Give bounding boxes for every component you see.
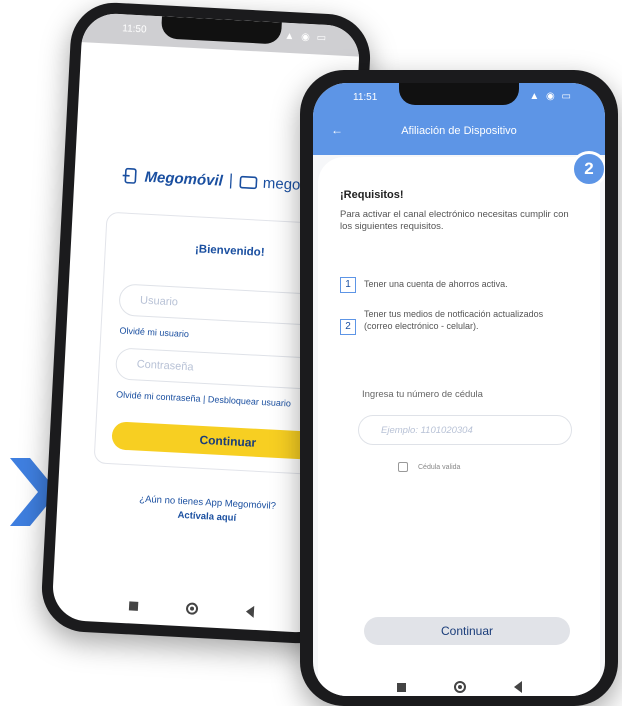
- username-placeholder: Usuario: [139, 294, 179, 309]
- requirement-text: Tener una cuenta de ahorros activa.: [364, 279, 508, 289]
- step-number-badge: 2: [571, 151, 605, 187]
- status-time: 11:51: [353, 92, 378, 103]
- requirements-card: ¡Requisitos! Para activar el canal elect…: [318, 157, 600, 696]
- cedula-label: Ingresa tu número de cédula: [362, 389, 483, 400]
- logo-separator: |: [228, 172, 234, 190]
- recents-square-icon[interactable]: [396, 682, 406, 692]
- requirement-number: 2: [340, 319, 356, 335]
- forgot-password-link[interactable]: Olvidé mi contraseña: [116, 389, 201, 403]
- requirement-text: Tener tus medios de notficación actualiz…: [364, 309, 544, 331]
- password-links-row: Olvidé mi contraseña | Desbloquear usuar…: [116, 389, 291, 408]
- phone-notch: [399, 83, 519, 105]
- phone-logo-icon: [122, 167, 137, 184]
- page-title: Afiliación de Dispositivo: [401, 125, 517, 137]
- signal-wifi-battery-icon: ▲ ◉ ▭: [284, 30, 329, 44]
- affiliation-phone-mockup: 11:51 ▲ ◉ ▭ ← Afiliación de Dispositivo …: [300, 70, 618, 706]
- unlock-user-link[interactable]: Desbloquear usuario: [208, 394, 291, 408]
- affiliation-screen: 11:51 ▲ ◉ ▭ ← Afiliación de Dispositivo …: [313, 83, 605, 696]
- affiliation-continue-button[interactable]: Continuar: [364, 617, 570, 645]
- checkbox-label: Cédula valida: [418, 463, 461, 471]
- android-navbar: [318, 681, 600, 693]
- home-circle-icon[interactable]: [453, 681, 466, 693]
- requirement-item: 2 Tener tus medios de notficación actual…: [340, 309, 560, 335]
- megomovil-logo: Megomóvil: [144, 168, 224, 190]
- home-circle-icon[interactable]: [185, 602, 198, 615]
- link-separator: |: [202, 393, 206, 405]
- cedula-valid-checkbox-row[interactable]: Cédula valida: [398, 462, 460, 472]
- back-triangle-icon[interactable]: [513, 681, 522, 693]
- cedula-placeholder: Ejemplo: 1101020304: [381, 425, 473, 436]
- password-placeholder: Contraseña: [136, 358, 194, 374]
- wallet-logo-icon: [238, 175, 257, 190]
- cedula-valid-checkbox[interactable]: [398, 462, 408, 472]
- cedula-input[interactable]: Ejemplo: 1101020304: [358, 415, 572, 445]
- android-navbar: [52, 595, 330, 622]
- signal-wifi-battery-icon: ▲ ◉ ▭: [529, 91, 573, 102]
- requirement-item: 1 Tener una cuenta de ahorros activa.: [340, 277, 560, 293]
- requirement-number: 1: [340, 277, 356, 293]
- status-time: 11:50: [121, 23, 147, 36]
- requirements-title: ¡Requisitos!: [340, 189, 404, 201]
- recents-square-icon[interactable]: [128, 600, 138, 611]
- back-triangle-icon[interactable]: [245, 605, 254, 618]
- forgot-user-link[interactable]: Olvidé mi usuario: [119, 325, 189, 339]
- requirements-intro: Para activar el canal electrónico necesi…: [340, 209, 569, 232]
